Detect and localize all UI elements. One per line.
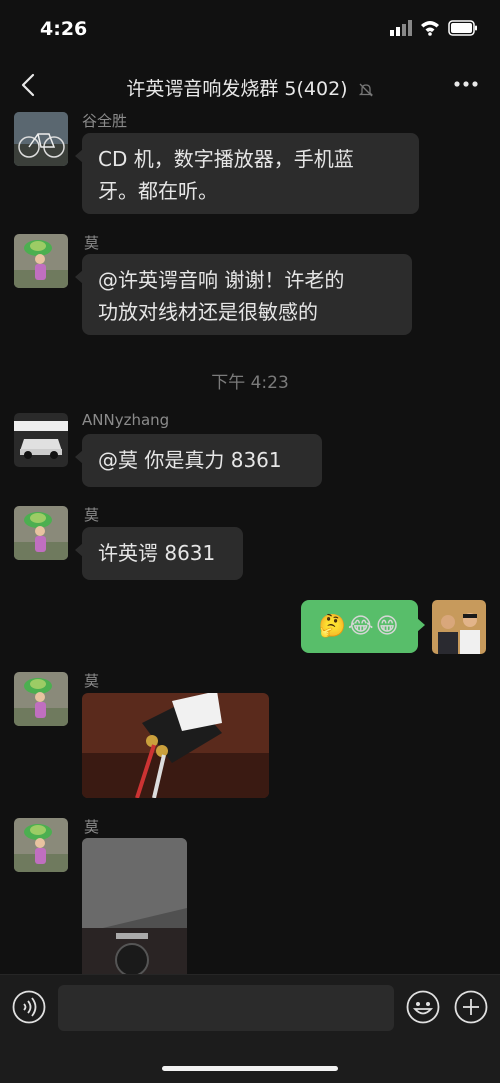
- sender-name: 莫: [84, 506, 100, 524]
- speaker-photo: [82, 838, 187, 974]
- image-message[interactable]: [82, 838, 187, 974]
- message-line: CD 机，数字播放器，手机蓝: [98, 147, 354, 171]
- couple-photo-icon: [432, 600, 486, 654]
- my-message-bubble[interactable]: 🤔😂😁: [301, 600, 425, 653]
- sender-name: 莫: [84, 818, 100, 836]
- sender-name: 莫: [84, 672, 100, 690]
- status-icons: [390, 20, 478, 36]
- plus-icon[interactable]: [454, 990, 488, 1024]
- speaker-terminal-photo: [82, 693, 269, 798]
- image-message[interactable]: [82, 693, 269, 798]
- message-bubble[interactable]: 许英谔 8631: [75, 527, 243, 580]
- battery-icon: [448, 20, 477, 36]
- chat-title: 许英谔音响发烧群 5(402): [0, 74, 500, 101]
- message-line: 功放对线材还是很敏感的: [98, 300, 318, 324]
- status-time: 4:26: [40, 18, 88, 40]
- message-input[interactable]: [58, 985, 394, 1031]
- home-indicator: [162, 1066, 338, 1071]
- avatar[interactable]: [14, 672, 68, 726]
- message-bubble[interactable]: CD 机，数字播放器，手机蓝 牙。都在听。: [75, 133, 419, 214]
- bicycle-icon: [14, 112, 68, 166]
- sender-name: 莫: [84, 234, 100, 252]
- avatar[interactable]: [14, 818, 68, 872]
- avatar[interactable]: [14, 112, 68, 166]
- signal-icon: [390, 20, 412, 36]
- message-line: @许英谔音响 谢谢！许老的: [98, 268, 345, 292]
- message-bubble[interactable]: @许英谔音响 谢谢！许老的 功放对线材还是很敏感的: [75, 254, 412, 335]
- child-photo-icon: [14, 234, 68, 288]
- message-bubble[interactable]: @莫 你是真力 8361: [75, 434, 322, 487]
- my-avatar[interactable]: [432, 600, 486, 654]
- avatar[interactable]: [14, 413, 68, 467]
- chat-title-text: 许英谔音响发烧群 5(402): [126, 78, 348, 100]
- avatar[interactable]: [14, 234, 68, 288]
- timestamp: 下午 4:23: [211, 373, 289, 393]
- car-photo-icon: [14, 413, 68, 467]
- child-photo-icon: [14, 818, 68, 872]
- child-photo-icon: [14, 672, 68, 726]
- child-photo-icon: [14, 506, 68, 560]
- avatar[interactable]: [14, 506, 68, 560]
- emoji-icon[interactable]: [406, 990, 440, 1024]
- voice-icon[interactable]: [12, 990, 46, 1024]
- message-line: 牙。都在听。: [98, 179, 218, 203]
- mute-bell-icon: [358, 83, 373, 96]
- wifi-icon: [421, 21, 439, 36]
- sender-name: ANNyzhang: [82, 411, 170, 429]
- more-icon[interactable]: [454, 80, 478, 88]
- sender-name: 谷全胜: [82, 112, 128, 130]
